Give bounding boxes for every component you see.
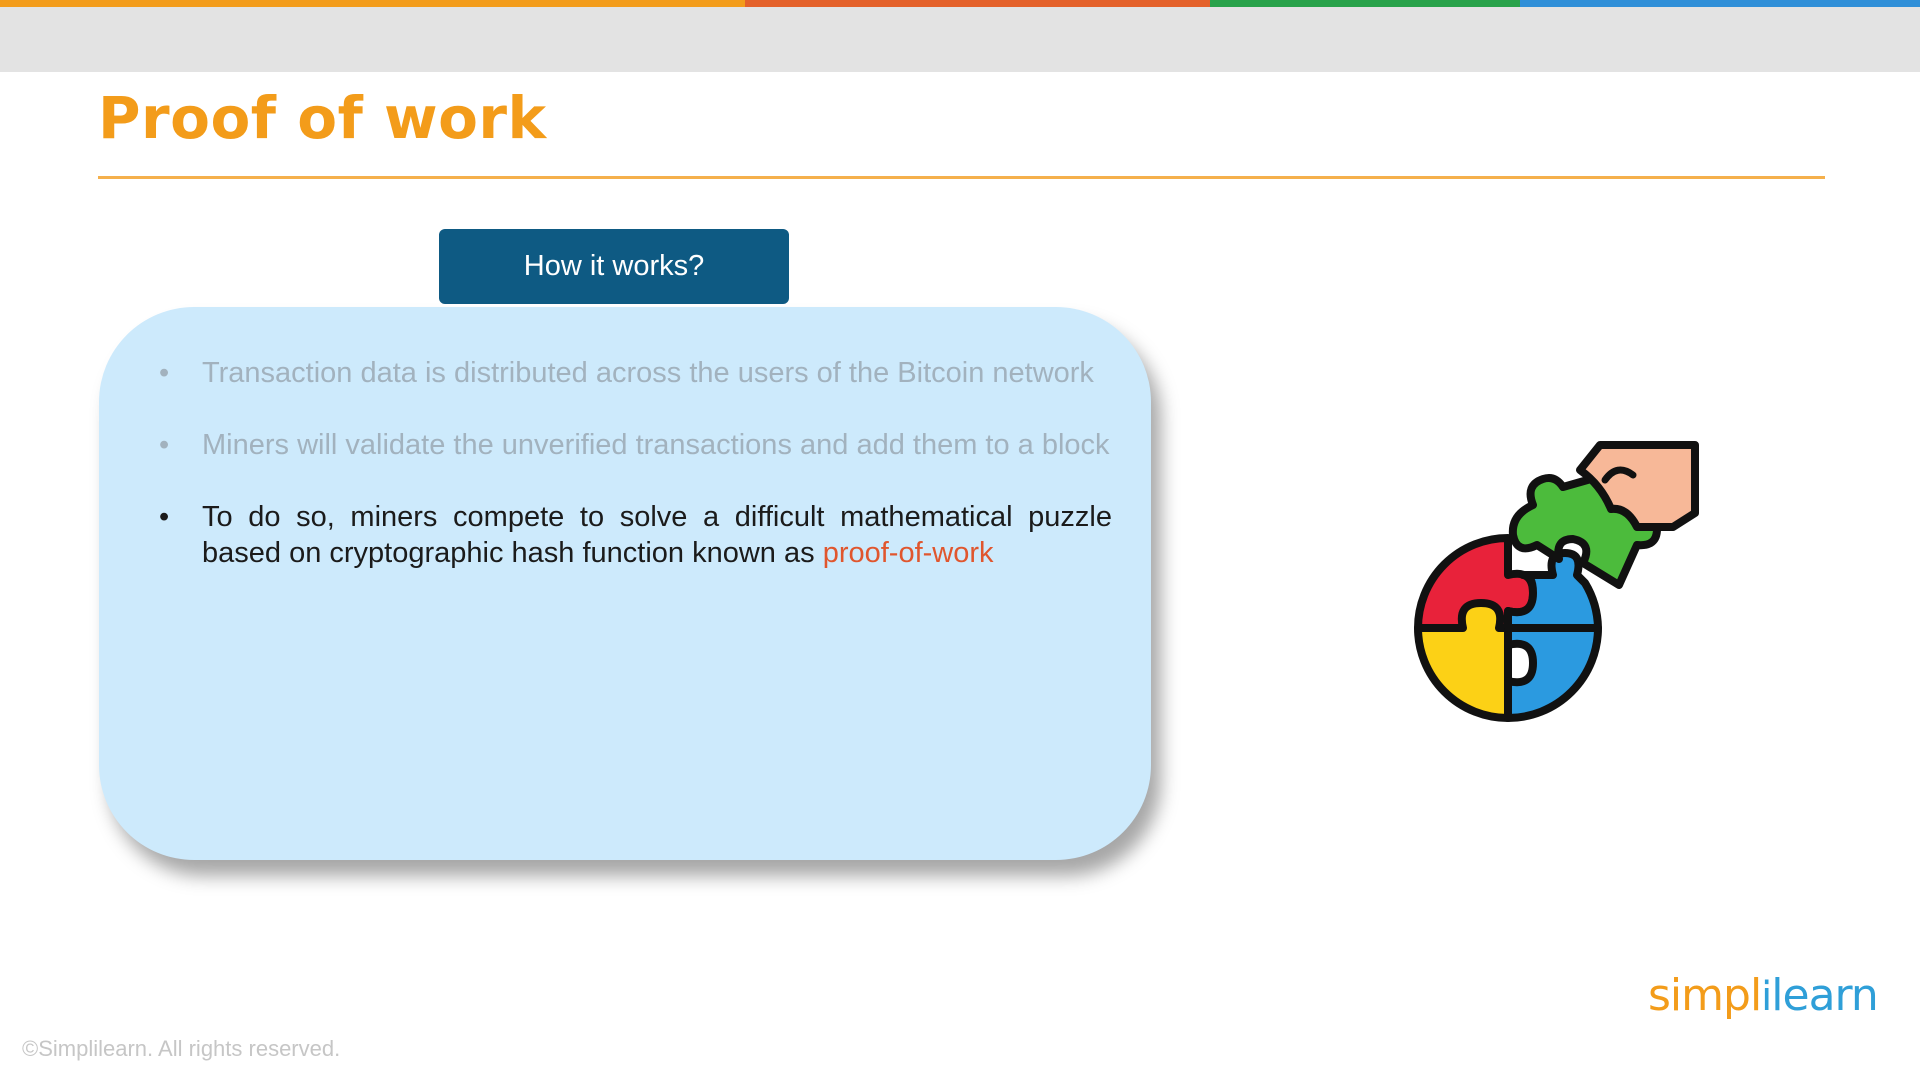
logo-separator: i [1761, 974, 1772, 1020]
bullet-item-active: • To do so, miners compete to solve a di… [159, 499, 1112, 571]
bullet-list: • Transaction data is distributed across… [159, 355, 1112, 607]
bullet-text: Miners will validate the unverified tran… [202, 429, 1110, 461]
bullet-dot: • [159, 357, 170, 389]
header-band [0, 7, 1920, 72]
bullet-dot: • [159, 501, 170, 533]
logo-part1: simpl [1648, 970, 1762, 1021]
proof-of-work-term: proof-of-work [822, 537, 994, 569]
simplilearn-logo: simplilearn [1648, 970, 1879, 1021]
puzzle-hand-icon [1405, 435, 1715, 730]
copyright-notice: ©Simplilearn. All rights reserved. [22, 1036, 341, 1061]
bullet-dot: • [159, 429, 170, 461]
title-divider [98, 176, 1825, 179]
bullet-item: • Miners will validate the unverified tr… [159, 427, 1112, 463]
slide-title: Proof of work [98, 84, 547, 152]
bullet-text: Transaction data is distributed across t… [202, 357, 1094, 389]
bullet-item: • Transaction data is distributed across… [159, 355, 1112, 391]
how-it-works-badge[interactable]: How it works? [439, 229, 789, 304]
info-card: • Transaction data is distributed across… [99, 307, 1151, 860]
top-color-stripe [0, 0, 1920, 7]
logo-part2: learn [1771, 970, 1878, 1021]
